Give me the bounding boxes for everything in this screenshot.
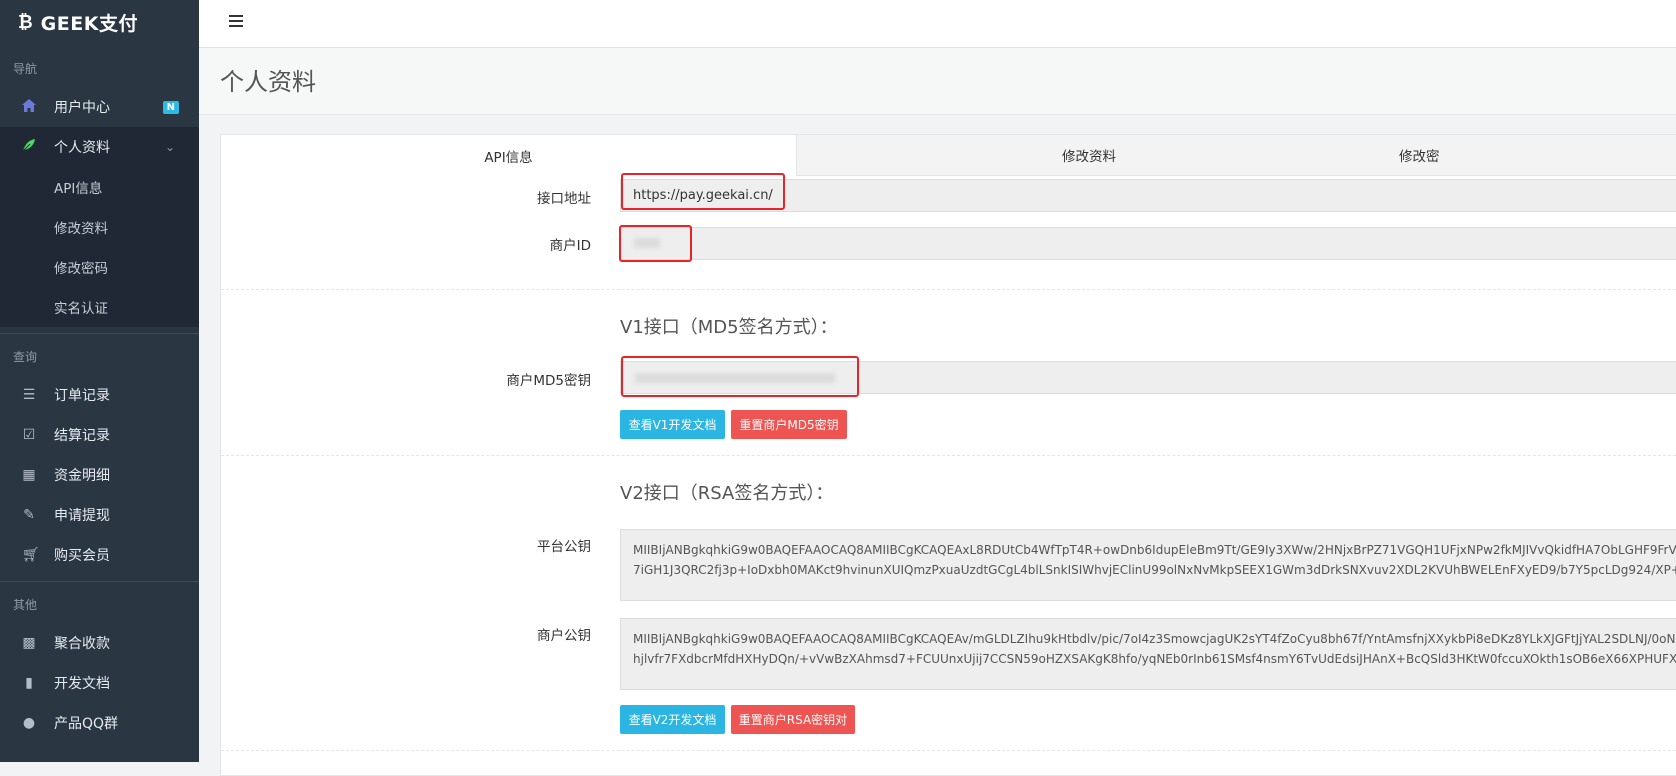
sidebar-item-label: 用户中心 [54, 100, 110, 116]
section-title-query: 查询 [13, 350, 38, 364]
merchant-key-textarea[interactable]: MIIBIjANBgkqhkiG9w0BAQEFAAOCAQ8AMIIBCgKC… [620, 618, 1676, 690]
key-line: 7iGH1J3QRC2fj3p+IoDxbh0MAKct9hvinunXUIQm… [633, 563, 1676, 577]
sidebar-subitem-password[interactable]: 修改密码 [0, 247, 199, 287]
section-title-nav: 导航 [13, 62, 38, 76]
merchant-key-label: 商户公钥 [537, 628, 591, 644]
divider [221, 455, 1676, 456]
api-url-label: 接口地址 [537, 191, 591, 207]
v2-section-title: V2接口（RSA签名方式）： [620, 483, 834, 504]
qq-icon: ● [22, 715, 36, 731]
sidebar-item-aggregate[interactable]: ▩ 聚合收款 [0, 623, 199, 663]
key-line: MIIBIjANBgkqhkiG9w0BAQEFAAOCAQ8AMIIBCgKC… [633, 632, 1676, 646]
home-icon [22, 98, 36, 116]
key-line: hjlvfr7FXdbcrMfdHXHyDQn/+vVwBzXAhmsd7+FC… [633, 652, 1676, 666]
sidebar-subitem-edit[interactable]: 修改资料 [0, 207, 199, 247]
check-square-icon: ☑ [22, 427, 36, 443]
merchant-id-field[interactable] [620, 227, 1676, 260]
list-icon: ☰ [22, 387, 36, 403]
sidebar-item-label: 申请提现 [54, 508, 110, 524]
page-title: 个人资料 [220, 68, 316, 96]
tab-api-info[interactable]: API信息 [221, 135, 797, 176]
brand-name: GEEK支付 [40, 12, 138, 35]
platform-key-textarea[interactable]: MIIBIjANBgkqhkiG9w0BAQEFAAOCAQ8AMIIBCgKC… [620, 529, 1676, 601]
brand[interactable]: ₿ GEEK支付 [0, 0, 199, 44]
md5-key-label: 商户MD5密钥 [506, 373, 591, 389]
new-badge: N [162, 100, 179, 114]
sidebar-subitem-realname[interactable]: 实名认证 [0, 287, 199, 327]
reset-md5-button[interactable]: 重置商户MD5密钥 [731, 410, 847, 439]
sidebar-item-funds[interactable]: ▦ 资金明细 [0, 455, 199, 495]
sidebar-item-label: 资金明细 [54, 468, 110, 484]
sidebar-item-orders[interactable]: ☰ 订单记录 [0, 375, 199, 415]
profile-subnav: API信息 修改资料 修改密码 实名认证 [0, 167, 199, 327]
sidebar-item-withdraw[interactable]: ✎ 申请提现 [0, 495, 199, 535]
tab-edit-profile[interactable]: 修改资料 [797, 135, 1381, 175]
v1-section-title: V1接口（MD5签名方式）： [620, 317, 838, 338]
sidebar-item-label: 订单记录 [54, 388, 110, 404]
section-title-other: 其他 [13, 598, 38, 612]
sidebar-item-label: 结算记录 [54, 428, 110, 444]
tab-bar: API信息 修改资料 修改密 [221, 135, 1676, 176]
topbar [199, 0, 1676, 48]
sidebar-item-label: 开发文档 [54, 676, 110, 692]
sidebar-item-label: 产品QQ群 [54, 716, 119, 732]
sidebar: ₿ GEEK支付 导航 用户中心 N 个人资料 ⌄ API信息 修改资料 修改密… [0, 0, 199, 762]
highlight-box [621, 356, 859, 397]
chevron-down-icon: ⌄ [164, 140, 175, 154]
sidebar-item-user-center[interactable]: 用户中心 N [0, 87, 199, 127]
sidebar-item-qq[interactable]: ● 产品QQ群 [0, 703, 199, 743]
divider [221, 750, 1676, 751]
platform-key-label: 平台公钥 [537, 539, 591, 555]
leaf-icon [22, 138, 36, 156]
sidebar-item-vip[interactable]: 🛒︎ 购买会员 [0, 535, 199, 575]
calendar-icon: ▦ [22, 467, 36, 483]
divider [221, 289, 1676, 290]
sidebar-item-label: 个人资料 [54, 140, 110, 156]
sidebar-item-docs[interactable]: ▮ 开发文档 [0, 663, 199, 703]
v1-docs-button[interactable]: 查看V1开发文档 [620, 410, 725, 439]
profile-panel: API信息 修改资料 修改密 接口地址 https://pay.geekai.c… [220, 134, 1676, 776]
edit-icon: ✎ [23, 507, 35, 523]
sidebar-subitem-api[interactable]: API信息 [0, 167, 199, 207]
sidebar-item-settlement[interactable]: ☑ 结算记录 [0, 415, 199, 455]
v2-docs-button[interactable]: 查看V2开发文档 [620, 705, 725, 734]
reset-rsa-button[interactable]: 重置商户RSA密钥对 [731, 705, 855, 734]
menu-toggle-icon[interactable] [229, 15, 243, 30]
qrcode-icon: ▩ [22, 635, 36, 651]
bitcoin-icon: ₿ [18, 11, 33, 33]
highlight-box [619, 225, 692, 262]
page-header: 个人资料 [199, 48, 1676, 115]
sidebar-item-label: 购买会员 [54, 548, 110, 564]
sidebar-item-label: 聚合收款 [54, 636, 110, 652]
highlight-box [621, 173, 785, 210]
tab-change-password[interactable]: 修改密 [1381, 135, 1676, 175]
sidebar-item-profile[interactable]: 个人资料 ⌄ [0, 127, 199, 167]
book-icon: ▮ [25, 675, 33, 691]
key-line: MIIBIjANBgkqhkiG9w0BAQEFAAOCAQ8AMIIBCgKC… [633, 543, 1676, 557]
merchant-id-label: 商户ID [549, 238, 591, 254]
cart-icon: 🛒︎ [22, 547, 40, 563]
